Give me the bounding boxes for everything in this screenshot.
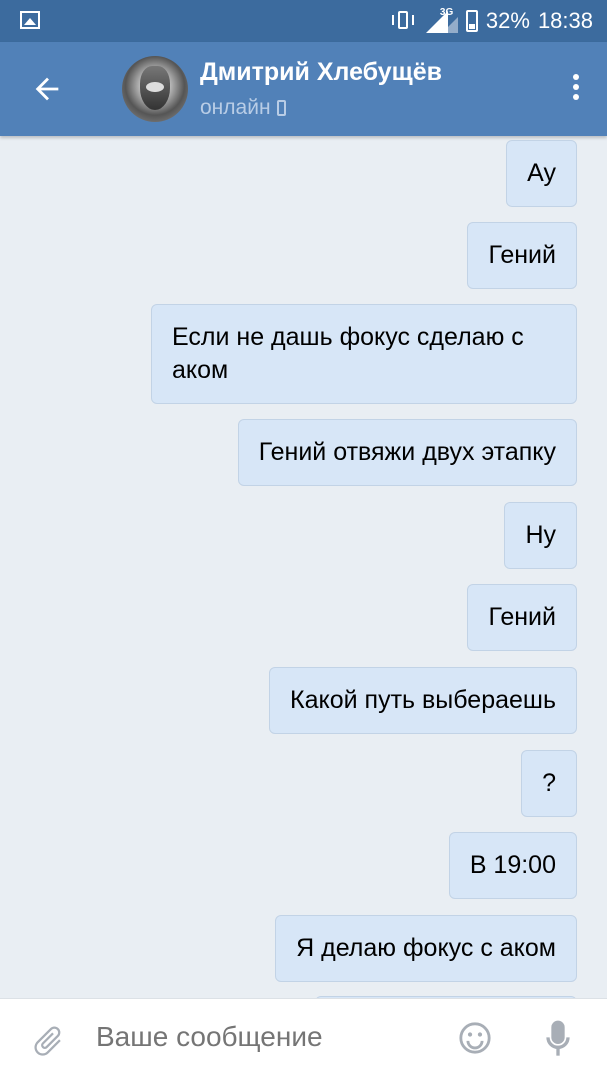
message-bubble[interactable]: Я делаю фокус с аком — [275, 915, 577, 982]
message-bubble[interactable]: Гений — [467, 584, 577, 651]
message-text: Ау — [527, 159, 556, 187]
message-bubble[interactable]: ? — [521, 750, 577, 817]
status-bar: 3G 32% 18:38 — [0, 0, 607, 42]
vibrate-icon — [390, 9, 418, 33]
signal-icon: 3G — [425, 7, 458, 33]
mobile-icon — [276, 100, 286, 116]
message-text: Гений отвяжи двух этапку — [258, 438, 556, 466]
message-list[interactable]: Ау Гений Если не дашь фокус сделаю с ако… — [0, 136, 607, 998]
message-text: Гений — [488, 241, 556, 269]
clock: 18:38 — [537, 8, 593, 33]
message-bubble[interactable]: Гений отвяжи двух этапку — [237, 419, 577, 486]
message-text: Я делаю фокус с аком — [296, 934, 556, 962]
contact-status: онлайн — [200, 96, 286, 120]
image-notification-icon — [20, 11, 40, 29]
message-bubble[interactable]: Если не дашь фокус сделаю с аком — [151, 304, 577, 404]
message-text: Ну — [525, 521, 556, 549]
message-input[interactable] — [96, 1021, 436, 1053]
message-text: В 19:00 — [469, 851, 556, 879]
avatar[interactable] — [122, 56, 188, 122]
more-vert-icon[interactable] — [571, 74, 581, 104]
composer — [0, 998, 607, 1080]
status-icons: 3G 32% 18:38 — [390, 0, 593, 42]
microphone-icon[interactable] — [546, 1019, 570, 1059]
message-bubble[interactable]: В 19:00 — [448, 832, 577, 899]
back-arrow-icon[interactable] — [30, 72, 64, 106]
message-text: Какой путь выбераешь — [290, 686, 556, 714]
message-bubble[interactable]: Гений — [467, 222, 577, 289]
chat-header: Дмитрий Хлебущёв онлайн — [0, 42, 607, 136]
paperclip-icon[interactable] — [30, 1023, 66, 1059]
message-bubble[interactable]: Какой путь выбераешь — [269, 667, 577, 734]
contact-name[interactable]: Дмитрий Хлебущёв — [200, 58, 442, 87]
message-text: ? — [542, 769, 556, 797]
status-text: онлайн — [200, 96, 271, 119]
emoji-icon[interactable] — [458, 1021, 492, 1055]
battery-percent: 32% — [485, 8, 530, 33]
message-text: Если не дашь фокус сделаю с аком — [172, 323, 524, 384]
message-text: Гений — [488, 603, 556, 631]
battery-icon — [465, 10, 478, 32]
message-bubble[interactable]: Ау — [506, 140, 577, 207]
message-bubble[interactable]: Ну — [504, 502, 577, 569]
